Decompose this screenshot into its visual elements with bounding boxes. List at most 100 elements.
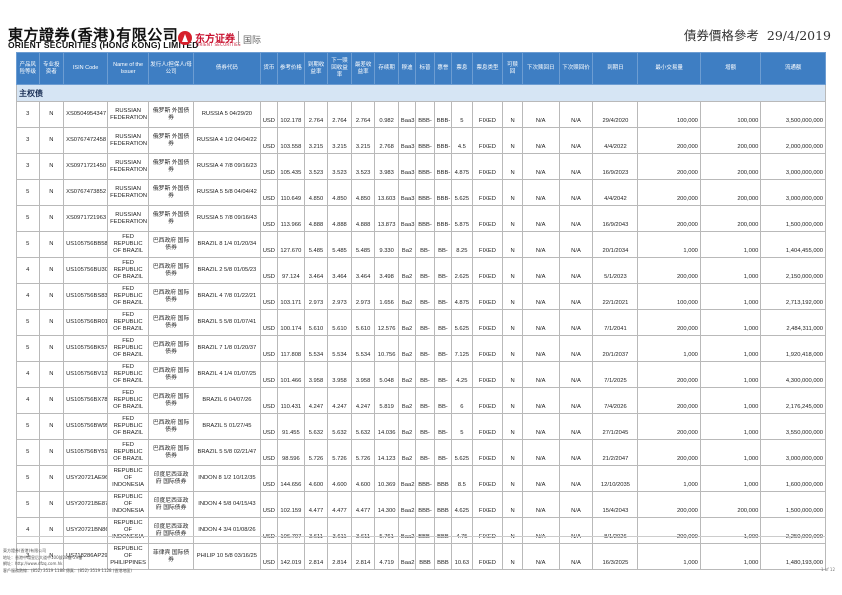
next-call-price-cell: N/A bbox=[558, 335, 594, 362]
callable-cell: N bbox=[502, 543, 523, 570]
outstanding-cell: 4,300,000,000 bbox=[760, 361, 826, 388]
next-call-price-cell: N/A bbox=[558, 387, 594, 414]
ytw-cell: 4.600 bbox=[350, 465, 376, 492]
maturity-cell: 16/9/2023 bbox=[592, 153, 639, 180]
sp-cell: BB- bbox=[415, 387, 435, 414]
increment-cell: 1,000 bbox=[699, 309, 762, 336]
outstanding-cell: 3,000,000,000 bbox=[760, 439, 826, 466]
isin-cell: XS0971721963 bbox=[63, 205, 109, 232]
coupon-cell: 10.63 bbox=[451, 543, 473, 570]
fitch-cell: BBB- bbox=[433, 205, 453, 232]
next-call-price-cell: N/A bbox=[558, 153, 594, 180]
next-call-price-cell: N/A bbox=[558, 439, 594, 466]
ytc-cell: 2.814 bbox=[327, 543, 352, 570]
footer: 東方證券(香港)有限公司 地址：香港中環皇后大道中100號28樓-29樓 網址：… bbox=[3, 548, 132, 575]
ytc-cell: 4.247 bbox=[327, 387, 352, 414]
isin-cell: XS0767472458 bbox=[63, 127, 109, 154]
ticker-cell: BRAZIL 2 5/8 01/05/23 bbox=[193, 257, 261, 284]
ytm-cell: 5.485 bbox=[303, 231, 329, 258]
table-row: 4 N US105756BS83 FED REPUBLIC OF BRAZIL 巴西政府… bbox=[16, 283, 826, 310]
coupon-cell: 4.875 bbox=[451, 153, 473, 180]
section-label: 主权债 bbox=[16, 84, 826, 102]
duration-cell: 13.603 bbox=[374, 179, 399, 206]
ytm-cell: 3.464 bbox=[303, 257, 329, 284]
coupon-cell: 5.875 bbox=[451, 205, 473, 232]
fitch-cell: BBB bbox=[433, 491, 453, 518]
risk-level-cell: 3 bbox=[16, 101, 40, 128]
next-call-date-cell: N/A bbox=[521, 413, 560, 440]
price-cell: 91.455 bbox=[277, 413, 305, 440]
ytm-cell: 5.726 bbox=[303, 439, 329, 466]
issuer-cell: FED REPUBLIC OF BRAZIL bbox=[107, 335, 150, 362]
min-size-cell: 200,000 bbox=[637, 205, 701, 232]
next-call-date-cell: N/A bbox=[521, 283, 560, 310]
pro-investor-cell: N bbox=[38, 491, 65, 518]
sp-cell: BB- bbox=[415, 231, 435, 258]
outstanding-cell: 1,600,000,000 bbox=[760, 465, 826, 492]
section-row: 主权债 bbox=[16, 84, 826, 102]
pro-investor-cell: N bbox=[38, 361, 65, 388]
isin-cell: US105756BU30 bbox=[63, 257, 109, 284]
min-size-cell: 200,000 bbox=[637, 413, 701, 440]
page-title: 債券價格參考 29/4/2019 bbox=[676, 25, 831, 44]
ytc-cell: 4.600 bbox=[327, 465, 352, 492]
ytw-cell: 2.764 bbox=[350, 101, 376, 128]
ytm-cell: 4.477 bbox=[303, 491, 329, 518]
risk-level-cell: 3 bbox=[16, 153, 40, 180]
guarantor-cell: 巴西政府 国际债券 bbox=[148, 361, 195, 388]
fitch-cell: BBB bbox=[433, 543, 453, 570]
price-cell: 100.174 bbox=[277, 309, 305, 336]
table-row: 4 N US105756BV13 FED REPUBLIC OF BRAZIL 巴西政府… bbox=[16, 361, 826, 388]
outstanding-cell: 3,000,000,000 bbox=[760, 153, 826, 180]
callable-cell: N bbox=[502, 491, 523, 518]
callable-cell: N bbox=[502, 257, 523, 284]
column-header: 债券代码 bbox=[193, 52, 261, 85]
column-header: 货币 bbox=[259, 52, 279, 85]
increment-cell: 1,000 bbox=[699, 543, 762, 570]
footer-hotline: 客戶服務熱線：(852) 3519 1188 傳真：(852) 3519 112… bbox=[3, 568, 132, 574]
coupon-type-cell: FIXED bbox=[471, 413, 504, 440]
table-row: 5 N USY20721BE87 REPUBLIC OF INDONESIA 印度尼西亚… bbox=[16, 491, 826, 518]
ytc-cell: 2.764 bbox=[327, 101, 352, 128]
partner-logo-subtext: ORIENT SECURITIES bbox=[196, 42, 241, 47]
pro-investor-cell: N bbox=[38, 205, 65, 232]
ytw-cell: 2.814 bbox=[350, 543, 376, 570]
coupon-type-cell: FIXED bbox=[471, 127, 504, 154]
ytc-cell: 3.611 bbox=[327, 517, 352, 544]
coupon-cell: 4.625 bbox=[451, 491, 473, 518]
table-row: 5 N US105756BR01 FED REPUBLIC OF BRAZIL 巴西政府… bbox=[16, 309, 826, 336]
column-header: 产品风险等级 bbox=[16, 52, 40, 85]
pro-investor-cell: N bbox=[38, 465, 65, 492]
currency-cell: USD bbox=[259, 517, 279, 544]
guarantor-cell: 巴西政府 国际债券 bbox=[148, 413, 195, 440]
currency-cell: USD bbox=[259, 361, 279, 388]
price-cell: 110.431 bbox=[277, 387, 305, 414]
fitch-cell: BB- bbox=[433, 335, 453, 362]
issuer-cell: RUSSIAN FEDERATION bbox=[107, 153, 150, 180]
outstanding-cell: 3,000,000,000 bbox=[760, 179, 826, 206]
fitch-cell: BB- bbox=[433, 231, 453, 258]
guarantor-cell: 巴西政府 国际债券 bbox=[148, 439, 195, 466]
issuer-cell: FED REPUBLIC OF BRAZIL bbox=[107, 439, 150, 466]
coupon-type-cell: FIXED bbox=[471, 153, 504, 180]
maturity-cell: 20/1/2037 bbox=[592, 335, 639, 362]
increment-cell: 1,000 bbox=[699, 231, 762, 258]
duration-cell: 5.819 bbox=[374, 387, 399, 414]
ytm-cell: 5.610 bbox=[303, 309, 329, 336]
bond-price-table: 产品风险等级 专业投资者 ISIN Code Name of the Issuer 发行… bbox=[16, 52, 826, 570]
next-call-date-cell: N/A bbox=[521, 205, 560, 232]
guarantor-cell: 俄罗斯 外国债券 bbox=[148, 127, 195, 154]
risk-level-cell: 5 bbox=[16, 205, 40, 232]
ticker-cell: BRAZIL 6 04/07/26 bbox=[193, 387, 261, 414]
next-call-price-cell: N/A bbox=[558, 101, 594, 128]
ytc-cell: 3.523 bbox=[327, 153, 352, 180]
coupon-cell: 4.25 bbox=[451, 361, 473, 388]
risk-level-cell: 4 bbox=[16, 517, 40, 544]
ticker-cell: BRAZIL 5 5/8 01/07/41 bbox=[193, 309, 261, 336]
moodys-cell: Ba2 bbox=[397, 387, 417, 414]
column-header: 到期日 bbox=[592, 52, 639, 85]
price-cell: 98.596 bbox=[277, 439, 305, 466]
outstanding-cell: 2,250,000,000 bbox=[760, 517, 826, 544]
intl-label: 国际 bbox=[243, 36, 262, 46]
pro-investor-cell: N bbox=[38, 257, 65, 284]
